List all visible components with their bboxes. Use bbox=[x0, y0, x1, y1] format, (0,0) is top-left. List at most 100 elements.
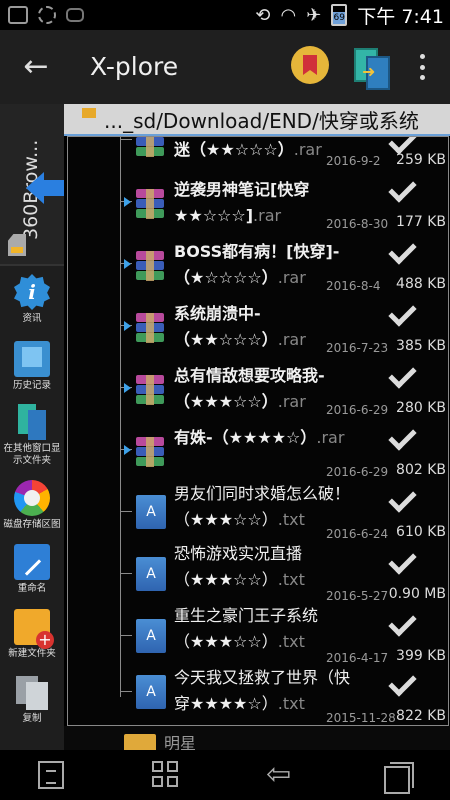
checkmark-icon[interactable] bbox=[388, 422, 417, 451]
status-bar-notifications bbox=[0, 6, 84, 24]
arrow-left-icon[interactable]: ← bbox=[18, 48, 54, 84]
file-date: 2015-11-28 bbox=[326, 711, 396, 725]
list-item[interactable]: 系统崩溃中-（★★☆☆☆）.rar 2016-7-23 385 KB bbox=[68, 298, 448, 359]
folder-icon bbox=[82, 108, 96, 118]
path-bar[interactable]: ..._sd/Download/END/快穿或系统 bbox=[64, 104, 450, 136]
checkmark-icon[interactable] bbox=[388, 546, 417, 575]
checkmark-icon[interactable] bbox=[388, 236, 417, 265]
file-size: 610 KB bbox=[396, 524, 446, 540]
overflow-menu-icon[interactable] bbox=[412, 50, 432, 84]
list-item[interactable]: BOSS都有病！[快穿]-（★☆☆☆☆）.rar 2016-8-4 488 KB bbox=[68, 236, 448, 297]
rar-archive-icon bbox=[136, 375, 164, 405]
tool-disk-map[interactable]: 磁盘存储区图 bbox=[0, 480, 64, 531]
folder-name: 明星 bbox=[164, 734, 197, 750]
list-item[interactable]: 总有情敌想要攻略我-（★★★☆☆）.rar 2016-6-29 280 KB bbox=[68, 360, 448, 421]
brightness-icon bbox=[38, 6, 56, 24]
file-date: 2016-5-27 bbox=[326, 589, 389, 603]
checkmark-icon[interactable] bbox=[388, 484, 417, 513]
expand-arrow-icon[interactable] bbox=[124, 197, 131, 207]
file-size: 0.90 MB bbox=[388, 586, 446, 602]
status-bar-system: ⟲ ◠ ✈ 69 下午 7:41 bbox=[255, 0, 444, 30]
tool-rename[interactable]: 重命名 bbox=[0, 544, 64, 595]
battery-icon: 69 bbox=[331, 4, 348, 26]
folder-icon bbox=[124, 734, 156, 750]
expand-arrow-icon[interactable] bbox=[124, 445, 131, 455]
info-icon: i bbox=[14, 274, 50, 310]
home-icon[interactable] bbox=[152, 761, 178, 789]
tool-history[interactable]: 历史记录 bbox=[0, 341, 64, 392]
rar-archive-icon bbox=[136, 437, 164, 467]
rar-archive-icon bbox=[136, 251, 164, 281]
active-pane-arrow-icon bbox=[26, 168, 64, 206]
tool-new-folder[interactable]: 新建文件夹 bbox=[0, 609, 64, 660]
file-date: 2016-8-30 bbox=[326, 217, 389, 231]
file-date: 2016-8-4 bbox=[326, 279, 381, 293]
expand-arrow-icon[interactable] bbox=[124, 321, 131, 331]
list-item[interactable]: A 今天我又拯救了世界（快穿★★★★☆）.txt 2015-11-28 822 … bbox=[68, 667, 448, 725]
file-date: 2016-6-29 bbox=[326, 403, 389, 417]
file-list[interactable]: 迷（★★☆☆☆）.rar 2016-9-2 259 KB 逆袭男神笔记[快穿★★… bbox=[67, 136, 449, 726]
tool-label: 磁盘存储区图 bbox=[3, 519, 61, 530]
rename-icon bbox=[14, 544, 50, 580]
sidebar: 360Brow... i 资讯 历史记录 在其他窗口显示文件夹 磁盘存储区图 重… bbox=[0, 104, 64, 750]
wifi-icon: ◠ bbox=[280, 4, 297, 26]
file-size: 802 KB bbox=[396, 462, 446, 478]
expand-arrow-icon[interactable] bbox=[124, 383, 131, 393]
list-item[interactable]: 有姝-（★★★★☆）.rar 2016-6-29 802 KB bbox=[68, 422, 448, 483]
show-in-other-pane-icon bbox=[14, 404, 50, 440]
file-date: 2016-9-2 bbox=[326, 154, 381, 168]
tool-label: 历史记录 bbox=[12, 380, 51, 391]
disk-map-icon bbox=[14, 480, 50, 516]
file-name: 重生之豪门王子系统（★★★☆☆）.txt bbox=[174, 606, 319, 651]
list-item[interactable]: A 重生之豪门王子系统（★★★☆☆）.txt 2016-4-17 399 KB bbox=[68, 606, 448, 669]
file-size: 280 KB bbox=[396, 400, 446, 416]
file-size: 385 KB bbox=[396, 338, 446, 354]
checkmark-icon[interactable] bbox=[388, 608, 417, 637]
chat-icon bbox=[66, 8, 84, 22]
expand-arrow-icon[interactable] bbox=[124, 259, 131, 269]
text-file-icon: A bbox=[136, 495, 166, 529]
tool-show-in-other-pane[interactable]: 在其他窗口显示文件夹 bbox=[0, 404, 64, 467]
list-item[interactable]: A 男友们同时求婚怎么破！（★★★☆☆）.txt 2016-6-24 610 K… bbox=[68, 484, 448, 545]
list-item[interactable]: 逆袭男神笔记[快穿★★☆☆☆].rar 2016-8-30 177 KB bbox=[68, 174, 448, 235]
recent-apps-icon[interactable] bbox=[384, 762, 414, 794]
menu-icon[interactable] bbox=[38, 761, 64, 789]
navigation-bar: ⇦ bbox=[0, 750, 450, 800]
left-pane-tab[interactable]: 360Brow... bbox=[0, 104, 64, 264]
checkmark-icon[interactable] bbox=[388, 668, 417, 697]
text-file-icon: A bbox=[136, 619, 166, 653]
sidebar-divider bbox=[0, 264, 64, 266]
bookmark-icon[interactable] bbox=[291, 46, 329, 84]
file-size: 259 KB bbox=[396, 152, 446, 168]
list-item-folder[interactable]: 明星 bbox=[64, 726, 450, 750]
list-item[interactable]: 迷（★★☆☆☆）.rar 2016-9-2 259 KB bbox=[68, 137, 448, 171]
list-item[interactable]: A 恐怖游戏实况直播（★★★☆☆）.txt 2016-5-27 0.90 MB bbox=[68, 544, 448, 607]
checkmark-icon[interactable] bbox=[388, 360, 417, 389]
checkmark-icon[interactable] bbox=[388, 174, 417, 203]
tool-label: 重命名 bbox=[17, 583, 47, 594]
text-file-icon: A bbox=[136, 557, 166, 591]
dual-pane-icon[interactable]: ➜ bbox=[352, 48, 390, 90]
sd-card-icon bbox=[8, 234, 26, 256]
file-name: 今天我又拯救了世界（快穿★★★★☆）.txt bbox=[174, 668, 351, 713]
rar-archive-icon bbox=[136, 313, 164, 343]
tool-copy[interactable]: 复制 bbox=[0, 674, 64, 725]
tool-info[interactable]: i 资讯 bbox=[0, 274, 64, 325]
file-date: 2016-6-24 bbox=[326, 527, 389, 541]
file-size: 177 KB bbox=[396, 214, 446, 230]
file-date: 2016-7-23 bbox=[326, 341, 389, 355]
tool-label: 新建文件夹 bbox=[8, 648, 56, 659]
file-date: 2016-4-17 bbox=[326, 651, 389, 665]
tool-label: 资讯 bbox=[22, 313, 42, 324]
back-icon[interactable]: ⇦ bbox=[266, 760, 302, 790]
battery-level: 69 bbox=[333, 12, 346, 24]
history-icon bbox=[14, 341, 50, 377]
airplane-icon: ✈ bbox=[306, 4, 322, 26]
rar-archive-icon bbox=[136, 189, 164, 219]
gallery-icon bbox=[8, 6, 28, 24]
tool-label: 复制 bbox=[22, 713, 42, 724]
rotation-icon: ⟲ bbox=[255, 4, 271, 26]
new-folder-icon bbox=[14, 609, 54, 649]
checkmark-icon[interactable] bbox=[388, 298, 417, 327]
text-file-icon: A bbox=[136, 675, 166, 709]
